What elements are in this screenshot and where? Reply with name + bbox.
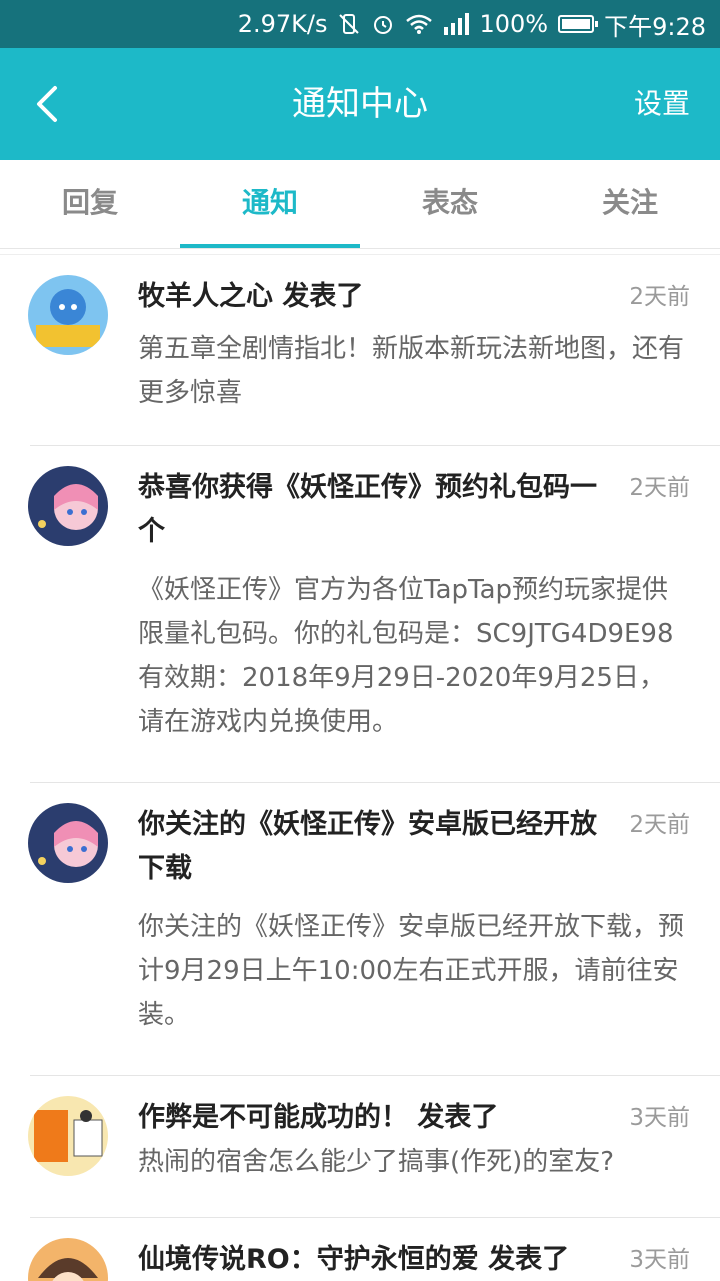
item-body: 你关注的《妖怪正传》安卓版已经开放下载，预计9月29日上午10:00左右正式开服… <box>138 912 685 1030</box>
list-item[interactable]: 作弊是不可能成功的！ 发表了 3天前 热闹的宿舍怎么能少了搞事(作死)的室友? <box>28 1076 720 1218</box>
vibrate-off-icon <box>337 12 361 36</box>
avatar <box>28 275 108 355</box>
app-bar: 通知中心 设置 <box>0 48 720 160</box>
item-body: 热闹的宿舍怎么能少了搞事(作死)的室友? <box>138 1147 615 1177</box>
tab-follows[interactable]: 关注 <box>540 160 720 248</box>
item-body: 第五章全剧情指北！新版本新玩法新地图，还有更多惊喜 <box>138 334 685 408</box>
wifi-icon <box>405 13 433 35</box>
avatar <box>28 1238 108 1281</box>
battery-icon <box>558 15 599 33</box>
tab-reactions[interactable]: 表态 <box>360 160 540 248</box>
tab-bar: 回复 通知 表态 关注 <box>0 160 720 249</box>
item-time: 2天前 <box>629 812 690 838</box>
item-title: 作弊是不可能成功的！ 发表了 <box>138 1102 499 1133</box>
item-body: 《妖怪正传》官方为各位TapTap预约玩家提供限量礼包码。你的礼包码是：SC9J… <box>138 575 674 737</box>
list-item[interactable]: 仙境传说RO：守护永恒的爱 发表了 3天前 <box>28 1218 720 1281</box>
item-title: 牧羊人之心 发表了 <box>138 281 364 312</box>
avatar <box>28 466 108 546</box>
status-bar: 2.97K/s 100% 下午9:28 <box>0 0 720 48</box>
back-arrow-icon <box>37 86 57 122</box>
item-title: 恭喜你获得《妖怪正传》预约礼包码一个 <box>138 472 597 547</box>
item-title: 仙境传说RO：守护永恒的爱 发表了 <box>138 1244 570 1275</box>
notification-list: 牧羊人之心 发表了 2天前 第五章全剧情指北！新版本新玩法新地图，还有更多惊喜 … <box>0 254 720 1281</box>
page-title: 通知中心 <box>292 84 428 124</box>
settings-button[interactable]: 设置 <box>634 48 690 160</box>
list-item[interactable]: 牧羊人之心 发表了 2天前 第五章全剧情指北！新版本新玩法新地图，还有更多惊喜 <box>28 255 720 446</box>
clock: 下午9:28 <box>604 12 706 41</box>
list-item[interactable]: 你关注的《妖怪正传》安卓版已经开放下载 2天前 你关注的《妖怪正传》安卓版已经开… <box>28 783 720 1076</box>
item-time: 3天前 <box>629 1105 690 1131</box>
signal-icon <box>443 13 470 35</box>
item-time: 3天前 <box>629 1247 690 1273</box>
item-time: 2天前 <box>629 284 690 310</box>
battery-percent: 100% <box>479 10 549 38</box>
network-speed: 2.97K/s <box>237 10 328 38</box>
item-time: 2天前 <box>629 475 690 501</box>
back-button[interactable] <box>20 76 76 132</box>
list-item[interactable]: 恭喜你获得《妖怪正传》预约礼包码一个 2天前 《妖怪正传》官方为各位TapTap… <box>28 446 720 783</box>
alarm-icon <box>371 12 395 36</box>
tab-replies[interactable]: 回复 <box>0 160 180 248</box>
avatar <box>28 803 108 883</box>
item-title: 你关注的《妖怪正传》安卓版已经开放下载 <box>138 809 597 884</box>
tab-notifications[interactable]: 通知 <box>180 160 360 248</box>
avatar <box>28 1096 108 1176</box>
